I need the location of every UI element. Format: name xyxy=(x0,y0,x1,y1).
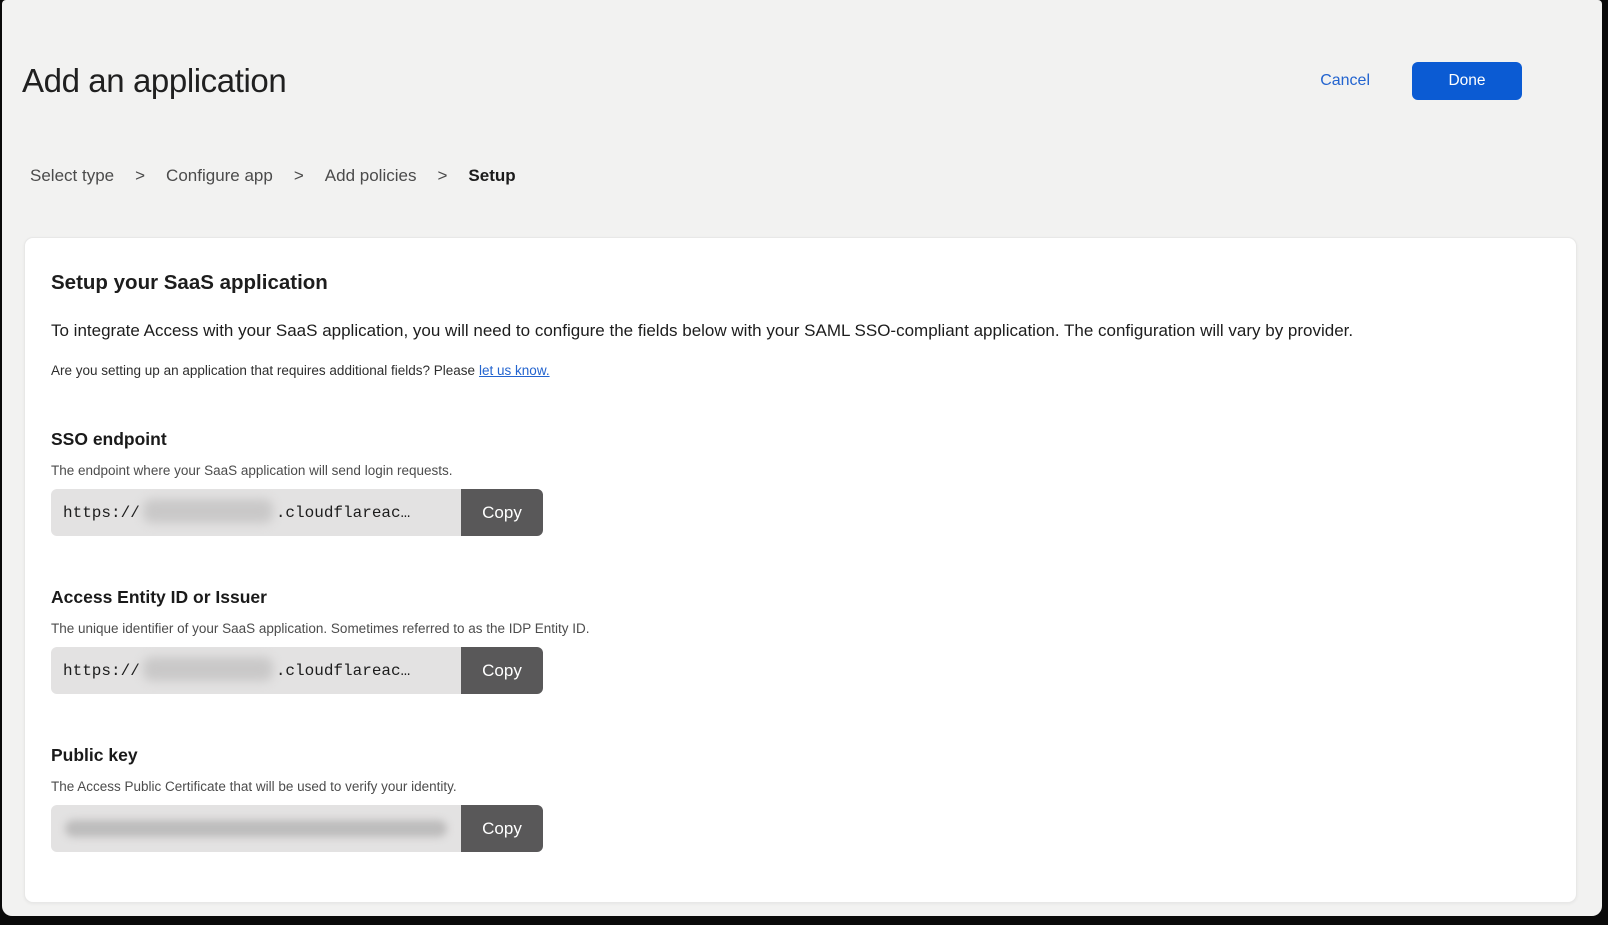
breadcrumb-step-setup: Setup xyxy=(468,166,515,186)
value-prefix: https:// xyxy=(63,662,140,680)
breadcrumb-step-configure-app[interactable]: Configure app xyxy=(166,166,273,186)
cancel-button[interactable]: Cancel xyxy=(1320,72,1370,90)
entity-id-field: https:// .cloudflareac… Copy xyxy=(51,647,543,694)
card-title: Setup your SaaS application xyxy=(51,271,1546,295)
public-key-section: Public key The Access Public Certificate… xyxy=(51,745,1546,852)
entity-id-label: Access Entity ID or Issuer xyxy=(51,587,1546,608)
card-note: Are you setting up an application that r… xyxy=(51,363,1546,378)
entity-id-section: Access Entity ID or Issuer The unique id… xyxy=(51,587,1546,694)
card-intro: To integrate Access with your SaaS appli… xyxy=(51,321,1546,341)
page-title: Add an application xyxy=(22,62,286,100)
sso-endpoint-copy-button[interactable]: Copy xyxy=(461,489,543,536)
header-actions: Cancel Done xyxy=(1320,62,1522,100)
redacted-value xyxy=(143,499,273,523)
let-us-know-link[interactable]: let us know. xyxy=(479,363,550,378)
redacted-value xyxy=(65,820,447,837)
sso-endpoint-description: The endpoint where your SaaS application… xyxy=(51,463,1546,478)
public-key-field: Copy xyxy=(51,805,543,852)
public-key-copy-button[interactable]: Copy xyxy=(461,805,543,852)
value-suffix: .cloudflareac… xyxy=(276,662,410,680)
entity-id-value: https:// .cloudflareac… xyxy=(51,647,461,694)
redacted-value xyxy=(143,657,273,681)
setup-card: Setup your SaaS application To integrate… xyxy=(24,237,1577,903)
sso-endpoint-value: https:// .cloudflareac… xyxy=(51,489,461,536)
public-key-description: The Access Public Certificate that will … xyxy=(51,779,1546,794)
sso-endpoint-field: https:// .cloudflareac… Copy xyxy=(51,489,543,536)
done-button[interactable]: Done xyxy=(1412,62,1522,100)
sso-endpoint-section: SSO endpoint The endpoint where your Saa… xyxy=(51,429,1546,536)
app-window: Add an application Cancel Done Select ty… xyxy=(2,0,1602,916)
card-note-text: Are you setting up an application that r… xyxy=(51,363,475,378)
entity-id-copy-button[interactable]: Copy xyxy=(461,647,543,694)
breadcrumb-separator: > xyxy=(135,166,145,186)
value-prefix: https:// xyxy=(63,504,140,522)
entity-id-description: The unique identifier of your SaaS appli… xyxy=(51,621,1546,636)
page-header: Add an application Cancel Done xyxy=(2,0,1602,100)
breadcrumb-separator: > xyxy=(437,166,447,186)
breadcrumb-step-select-type[interactable]: Select type xyxy=(30,166,114,186)
breadcrumb: Select type > Configure app > Add polici… xyxy=(30,166,1602,186)
sso-endpoint-label: SSO endpoint xyxy=(51,429,1546,450)
breadcrumb-separator: > xyxy=(294,166,304,186)
public-key-label: Public key xyxy=(51,745,1546,766)
public-key-value xyxy=(51,805,461,852)
value-suffix: .cloudflareac… xyxy=(276,504,410,522)
breadcrumb-step-add-policies[interactable]: Add policies xyxy=(325,166,417,186)
